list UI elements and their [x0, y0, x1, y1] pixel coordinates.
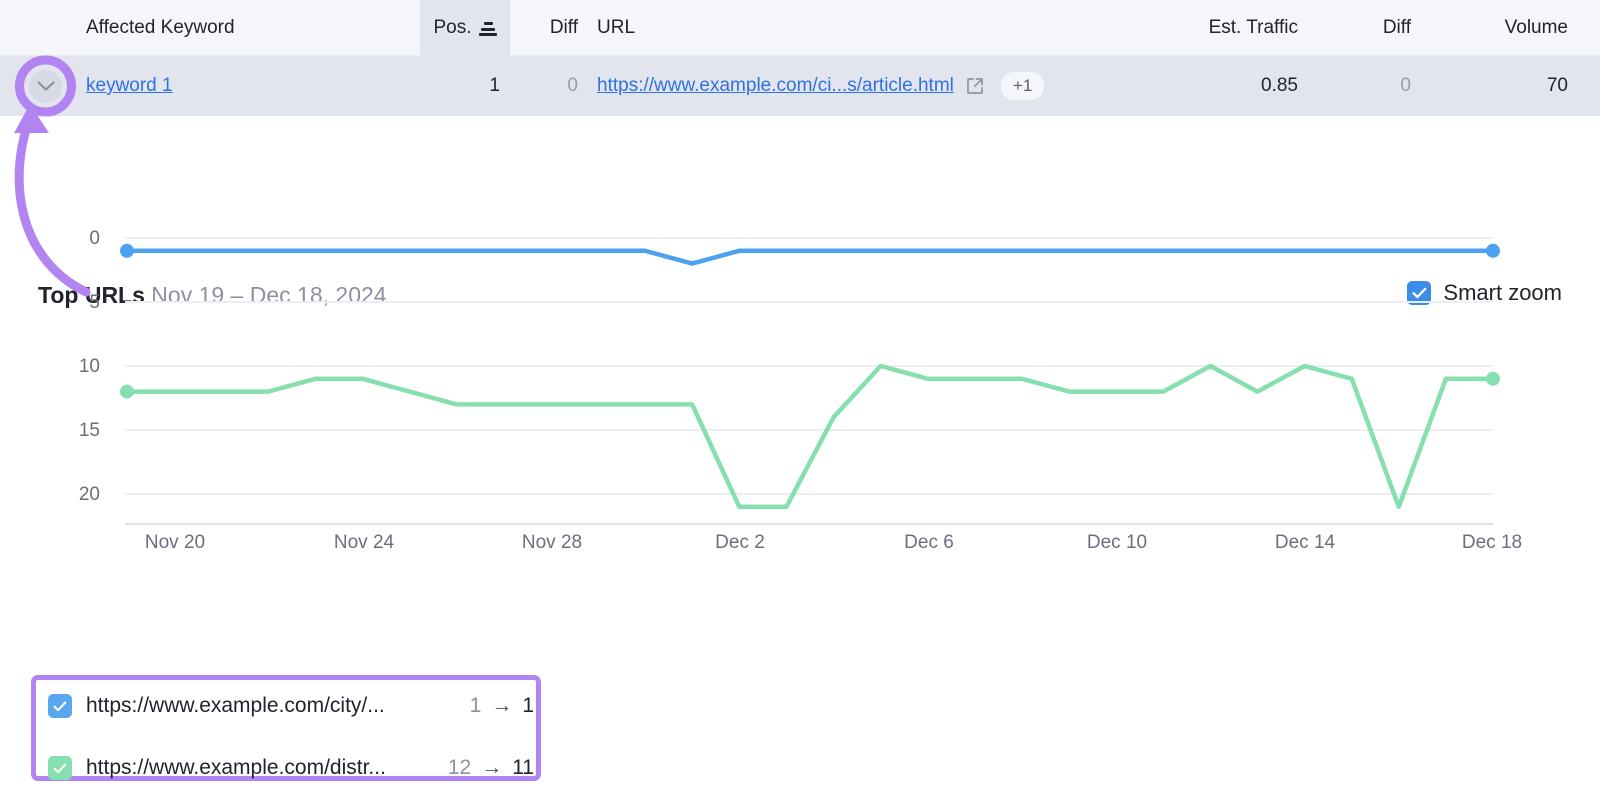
chart-series-line [124, 248, 1496, 266]
url-link[interactable]: https://www.example.com/ci...s/article.h… [597, 75, 954, 97]
chart-series-line [124, 363, 1496, 510]
cell-position: 1 [489, 75, 500, 96]
cell-diff-position: 0 [567, 75, 578, 96]
legend-url-label: https://www.example.com/city/... [86, 694, 385, 717]
legend-box: https://www.example.com/city/... 1 → 1 h… [31, 675, 541, 781]
legend-checkbox[interactable] [48, 694, 72, 718]
checkmark-icon [53, 701, 67, 711]
chart-series-endpoint-dot [1486, 371, 1500, 386]
page-root: Affected Keyword Pos. Diff URL Est. Traf… [0, 0, 1600, 801]
legend-item[interactable]: https://www.example.com/city/... 1 → 1 [48, 686, 534, 726]
legend-position-to: 1 [522, 694, 534, 717]
cell-url: https://www.example.com/ci...s/article.h… [597, 56, 1045, 116]
column-header-est-traffic[interactable]: Est. Traffic [1080, 0, 1298, 56]
sort-icon[interactable] [478, 22, 497, 36]
chart-series-endpoint-dot [120, 384, 134, 399]
column-header-diff-position[interactable]: Diff [510, 0, 578, 56]
column-header-url[interactable]: URL [597, 0, 635, 56]
column-header-pos[interactable]: Pos. [420, 0, 510, 56]
column-header-affected-keyword[interactable]: Affected Keyword [86, 0, 235, 56]
table-row[interactable]: keyword 1 1 0 https://www.example.com/ci… [0, 56, 1600, 116]
cell-volume: 70 [1546, 75, 1568, 96]
legend-position-to: 11 [512, 756, 534, 779]
legend-position-change: 1 → 1 [470, 694, 534, 718]
legend-position-change: 12 → 11 [448, 756, 534, 780]
cell-keyword: keyword 1 [86, 56, 173, 116]
legend-url-label: https://www.example.com/distr... [86, 756, 386, 779]
column-header-volume[interactable]: Volume [1430, 0, 1568, 56]
arrow-right-icon: → [481, 756, 503, 779]
legend-item[interactable]: https://www.example.com/distr... 12 → 11 [48, 748, 534, 788]
expanded-chart-panel: Top URLs Nov 19 – Dec 18, 2024 Smart zoo… [0, 116, 1600, 801]
chart-series-endpoint-dot [120, 243, 134, 258]
legend-checkbox[interactable] [48, 756, 72, 780]
column-header-pos-label: Pos. [433, 17, 472, 38]
external-link-icon[interactable] [965, 76, 985, 96]
table-header: Affected Keyword Pos. Diff URL Est. Traf… [0, 0, 1600, 56]
cell-diff-traffic: 0 [1400, 75, 1411, 96]
chart-series-endpoint-dot [1486, 243, 1500, 258]
legend-position-from: 1 [469, 694, 482, 717]
expand-row-button[interactable] [29, 70, 62, 103]
cell-est-traffic: 0.85 [1261, 75, 1298, 96]
legend-position-from: 12 [447, 756, 472, 779]
checkmark-icon [53, 763, 67, 773]
url-extra-count-badge[interactable]: +1 [1000, 72, 1045, 100]
chevron-down-icon [36, 81, 55, 91]
keyword-link[interactable]: keyword 1 [86, 75, 173, 97]
column-header-diff-traffic[interactable]: Diff [1310, 0, 1411, 56]
arrow-right-icon: → [491, 694, 513, 717]
